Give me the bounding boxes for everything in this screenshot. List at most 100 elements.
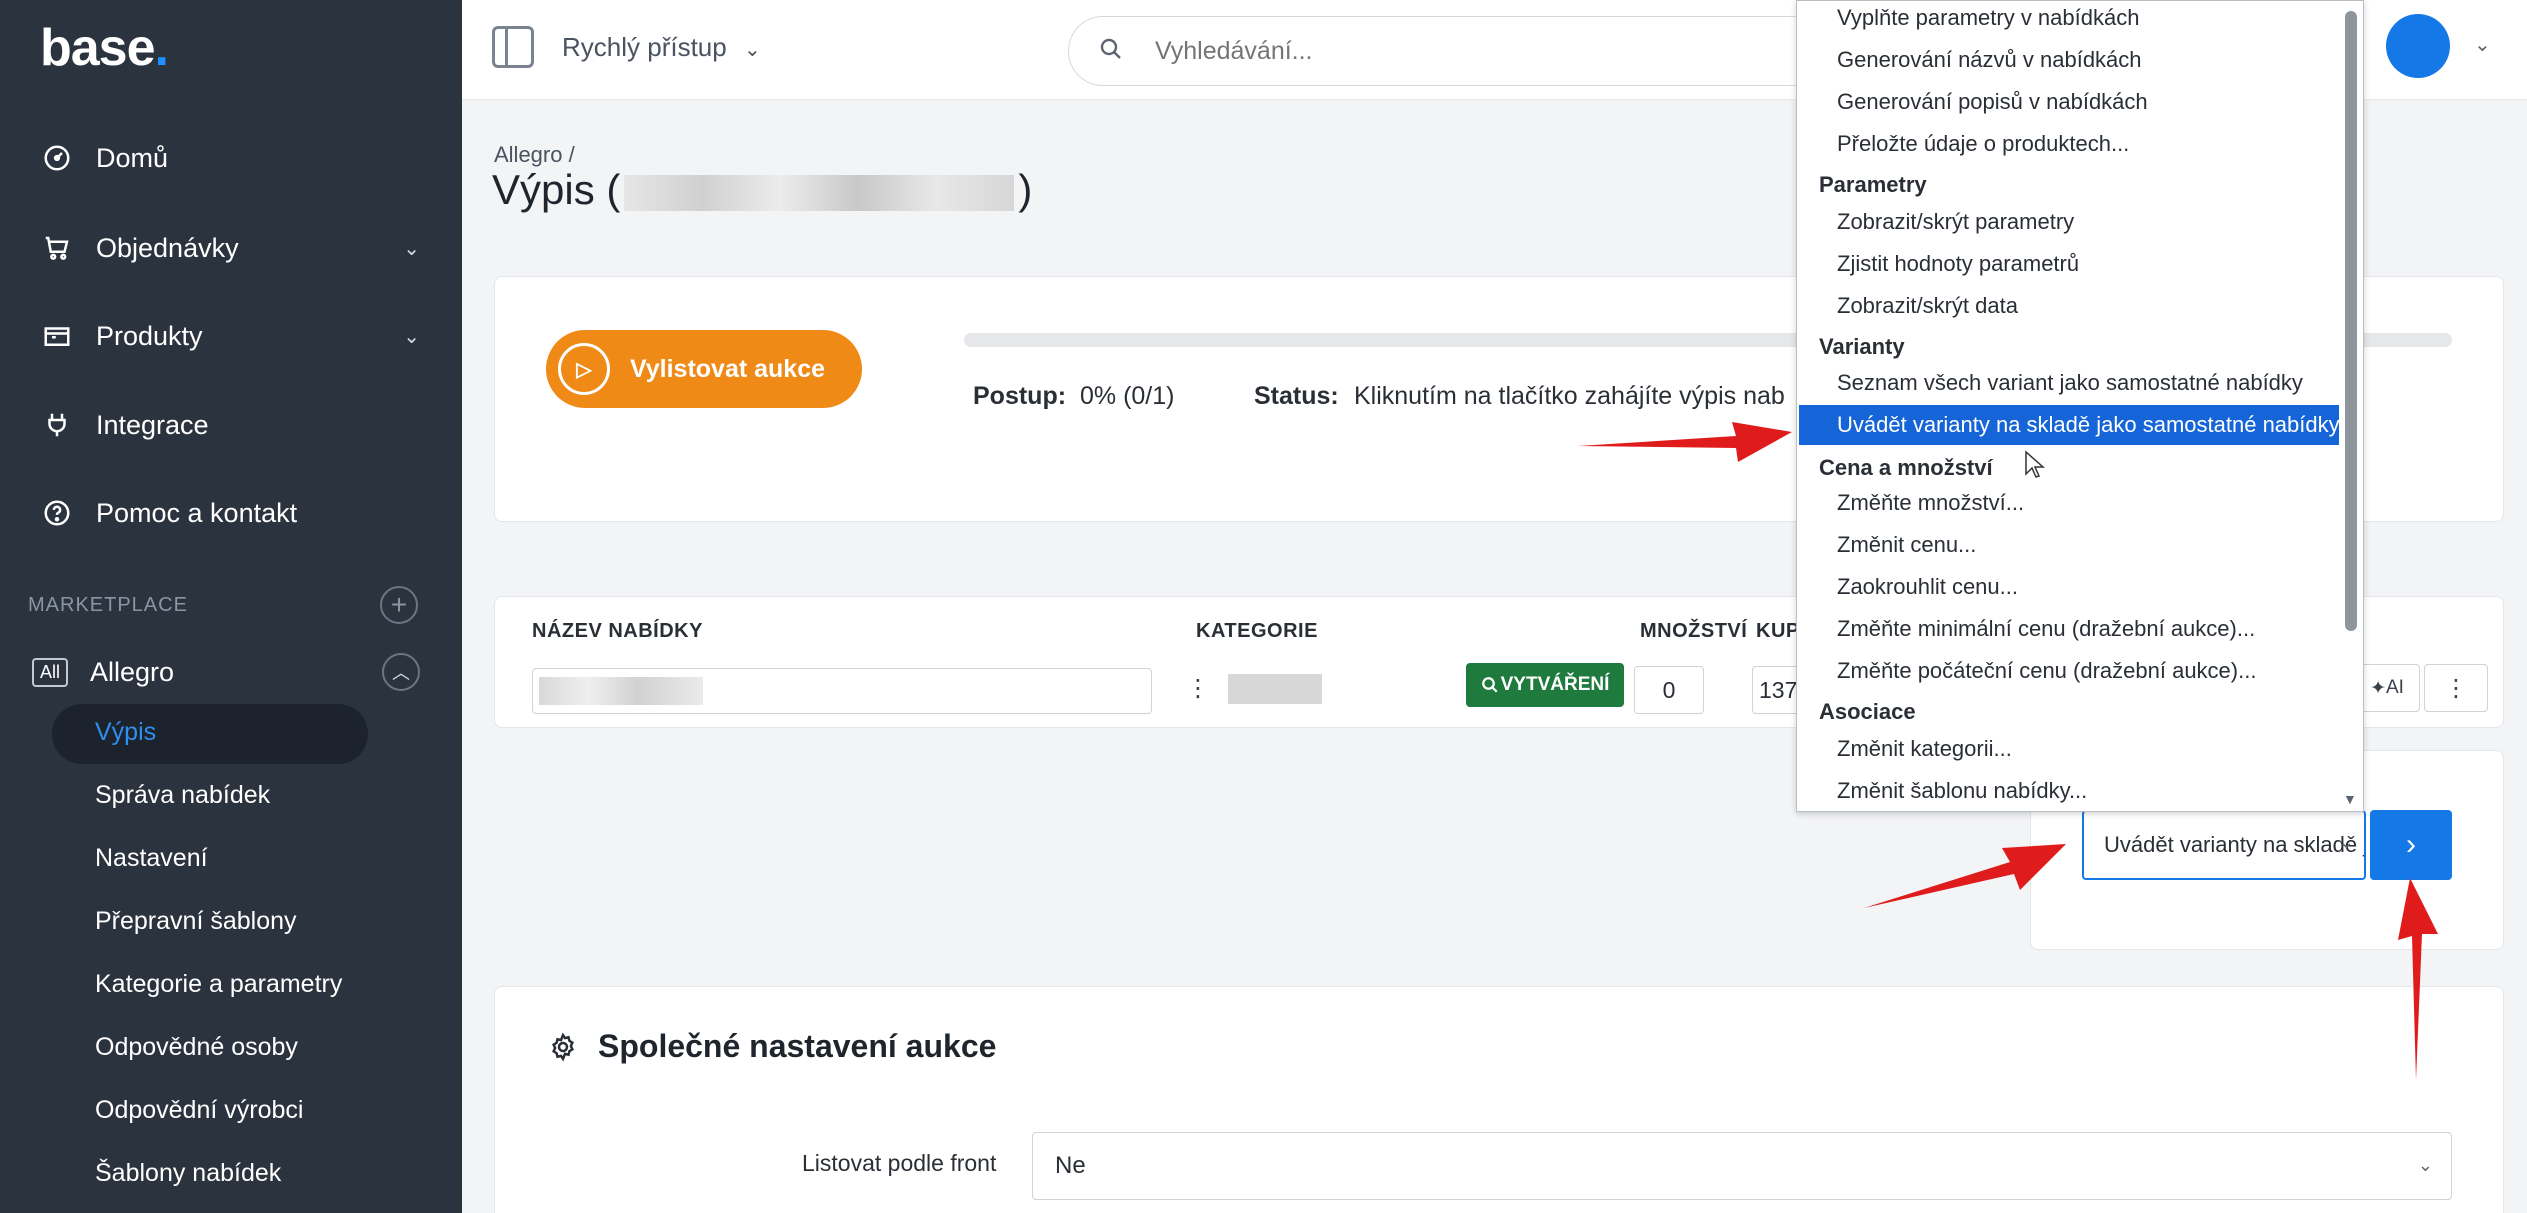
redacted-category — [1228, 674, 1322, 704]
sidebar-subitem-offer-management[interactable]: Správa nabídek — [95, 781, 270, 810]
create-label: VYTVÁŘENÍ — [1500, 674, 1610, 695]
column-header-quantity: MNOŽSTVÍ — [1640, 620, 1748, 642]
dropdown-option[interactable]: Generování popisů v nabídkách — [1797, 82, 2339, 122]
sidebar-item-label: Objednávky — [96, 232, 239, 263]
dropdown-option[interactable]: Zjistit hodnoty parametrů — [1797, 244, 2339, 284]
dropdown-option[interactable]: Zobrazit/skrýt data — [1797, 286, 2339, 326]
sidebar-subitem-listing[interactable]: Výpis — [95, 718, 156, 747]
field-label: Listovat podle front — [802, 1150, 997, 1176]
play-icon: ▷ — [558, 343, 610, 395]
chevron-down-icon: ⌄ — [2417, 1155, 2433, 1175]
sidebar-item-help[interactable]: Pomoc a kontakt — [40, 489, 420, 537]
speedometer-icon — [40, 141, 74, 175]
dropdown-option[interactable]: Přeložte údaje o produktech... — [1797, 124, 2339, 164]
sidebar-item-home[interactable]: Domů — [40, 134, 420, 182]
search-icon — [1099, 37, 1123, 68]
scroll-down-arrow-icon[interactable]: ▼ — [2343, 791, 2357, 807]
sidebar-toggle-icon[interactable] — [492, 26, 534, 68]
chevron-down-icon: ⌄ — [2338, 832, 2354, 852]
sidebar-item-allegro[interactable]: All Allegro ︿ — [32, 650, 420, 694]
brand-logo[interactable]: base. — [40, 18, 169, 78]
status-value: Kliknutím na tlačítko zahájíte výpis nab — [1354, 382, 1785, 410]
plus-icon: + — [390, 589, 408, 620]
chevron-down-icon: ⌄ — [403, 325, 420, 348]
offer-name-input[interactable] — [532, 668, 1152, 714]
progress-label: Postup: — [973, 382, 1067, 410]
gear-icon — [552, 1032, 574, 1062]
row-more-button[interactable]: ⋮ — [2424, 664, 2488, 712]
kebab-menu-icon: ⋮ — [2444, 674, 2468, 702]
chevron-down-icon: ⌄ — [743, 39, 761, 61]
dropdown-option[interactable]: Zaokrouhlit cenu... — [1797, 567, 2339, 607]
sparkle-icon: ✦ — [2370, 677, 2386, 699]
column-header-category: KATEGORIE — [1196, 620, 1318, 642]
dropdown-group-label: Asociace — [1819, 699, 1916, 724]
sidebar-item-orders[interactable]: Objednávky ⌄ — [40, 224, 420, 272]
list-auctions-button[interactable]: ▷ Vylistovat aukce — [546, 330, 862, 408]
dropdown-scrollbar[interactable] — [2345, 11, 2357, 631]
chevron-down-icon: ⌄ — [403, 237, 420, 260]
avatar[interactable] — [2386, 14, 2450, 78]
cart-icon — [40, 231, 74, 265]
quick-access-label: Rychlý přístup — [562, 32, 727, 62]
sidebar-subitem-offer-templates[interactable]: Šablony nabídek — [95, 1159, 281, 1188]
bulk-action-dropdown[interactable]: Vyplňte parametry v nabídkách Generování… — [1796, 0, 2364, 812]
search-bar[interactable] — [1068, 16, 1868, 86]
chevron-down-icon[interactable]: ⌄ — [2474, 32, 2491, 57]
chevron-right-icon: › — [2406, 828, 2416, 861]
add-marketplace-button[interactable]: + — [380, 586, 418, 624]
bulk-action-select[interactable]: Uvádět varianty na skladě jako samostatn… — [2082, 810, 2366, 880]
plug-icon — [40, 408, 74, 442]
sidebar-item-label: Pomoc a kontakt — [96, 497, 298, 528]
kebab-menu-icon[interactable]: ⋮ — [1186, 674, 1210, 703]
sidebar-item-label: Produkty — [96, 320, 203, 351]
queue-listing-select[interactable]: Ne ⌄ — [1032, 1132, 2452, 1200]
sidebar-subitem-settings[interactable]: Nastavení — [95, 844, 208, 873]
search-icon — [1481, 677, 1498, 693]
column-header-name: NÁZEV NABÍDKY — [532, 620, 703, 642]
chevron-up-icon[interactable]: ︿ — [382, 653, 420, 691]
sidebar-subitem-responsible-persons[interactable]: Odpovědné osoby — [95, 1033, 298, 1062]
bulk-action-value: Uvádět varianty na skladě jako samostatn… — [2104, 832, 2364, 857]
sidebar-item-integrations[interactable]: Integrace — [40, 401, 420, 449]
dropdown-option[interactable]: Změnit cenu... — [1797, 525, 2339, 565]
progress-value: 0% (0/1) — [1080, 382, 1175, 410]
status-label: Status: — [1254, 382, 1339, 410]
sidebar-subitem-shipping-templates[interactable]: Přepravní šablony — [95, 907, 297, 936]
dropdown-option[interactable]: Změňte množství... — [1797, 483, 2339, 523]
dropdown-option[interactable]: Změnit kategorii... — [1797, 729, 2339, 769]
breadcrumb[interactable]: Allegro / — [494, 142, 575, 168]
dropdown-option[interactable]: Vyplňte parametry v nabídkách — [1797, 1, 2339, 38]
box-icon — [40, 319, 74, 353]
sidebar-item-label: Integrace — [96, 409, 209, 440]
dropdown-option[interactable]: Zobrazit/skrýt parametry — [1797, 202, 2339, 242]
dropdown-option[interactable]: Generování názvů v nabídkách — [1797, 40, 2339, 80]
sidebar-item-products[interactable]: Produkty ⌄ — [40, 312, 420, 360]
dropdown-option[interactable]: Změnit šablonu nabídky... — [1797, 771, 2339, 811]
quantity-input[interactable] — [1634, 666, 1704, 714]
dropdown-group-label: Varianty — [1819, 334, 1905, 359]
mouse-cursor-icon — [2025, 450, 2045, 478]
column-header-price: KUP — [1756, 620, 1800, 642]
help-circle-icon — [40, 496, 74, 530]
sidebar-subitem-categories[interactable]: Kategorie a parametry — [95, 970, 342, 999]
marketplace-heading: MARKETPLACE — [28, 594, 188, 616]
section-title: Společné nastavení aukce — [598, 1028, 997, 1064]
sidebar-subitem-responsible-manufacturers[interactable]: Odpovědní výrobci — [95, 1096, 303, 1125]
quick-access-menu[interactable]: Rychlý přístup ⌄ — [562, 32, 761, 63]
dropdown-group-label: Parametry — [1819, 172, 1927, 197]
redacted-text — [624, 174, 1015, 211]
select-value: Ne — [1055, 1152, 1086, 1179]
search-input[interactable] — [1155, 33, 1655, 69]
sidebar-item-label: Domů — [96, 142, 169, 173]
dropdown-group-label: Cena a množství — [1819, 455, 1993, 480]
dropdown-option[interactable]: Seznam všech variant jako samostatné nab… — [1797, 363, 2339, 403]
sidebar: base. Domů Objednávky ⌄ Produkty ⌄ Integ… — [0, 0, 462, 1213]
dropdown-option[interactable]: Změňte počáteční cenu (dražební aukce)..… — [1797, 651, 2339, 691]
marketplace-name: Allegro — [90, 656, 175, 687]
dropdown-option-selected[interactable]: Uvádět varianty na skladě jako samostatn… — [1799, 405, 2340, 445]
dropdown-option[interactable]: Změňte minimální cenu (dražební aukce)..… — [1797, 609, 2339, 649]
execute-action-button[interactable]: › — [2370, 810, 2452, 880]
redacted-text — [539, 677, 703, 705]
create-category-button[interactable]: VYTVÁŘENÍ — [1466, 663, 1624, 707]
